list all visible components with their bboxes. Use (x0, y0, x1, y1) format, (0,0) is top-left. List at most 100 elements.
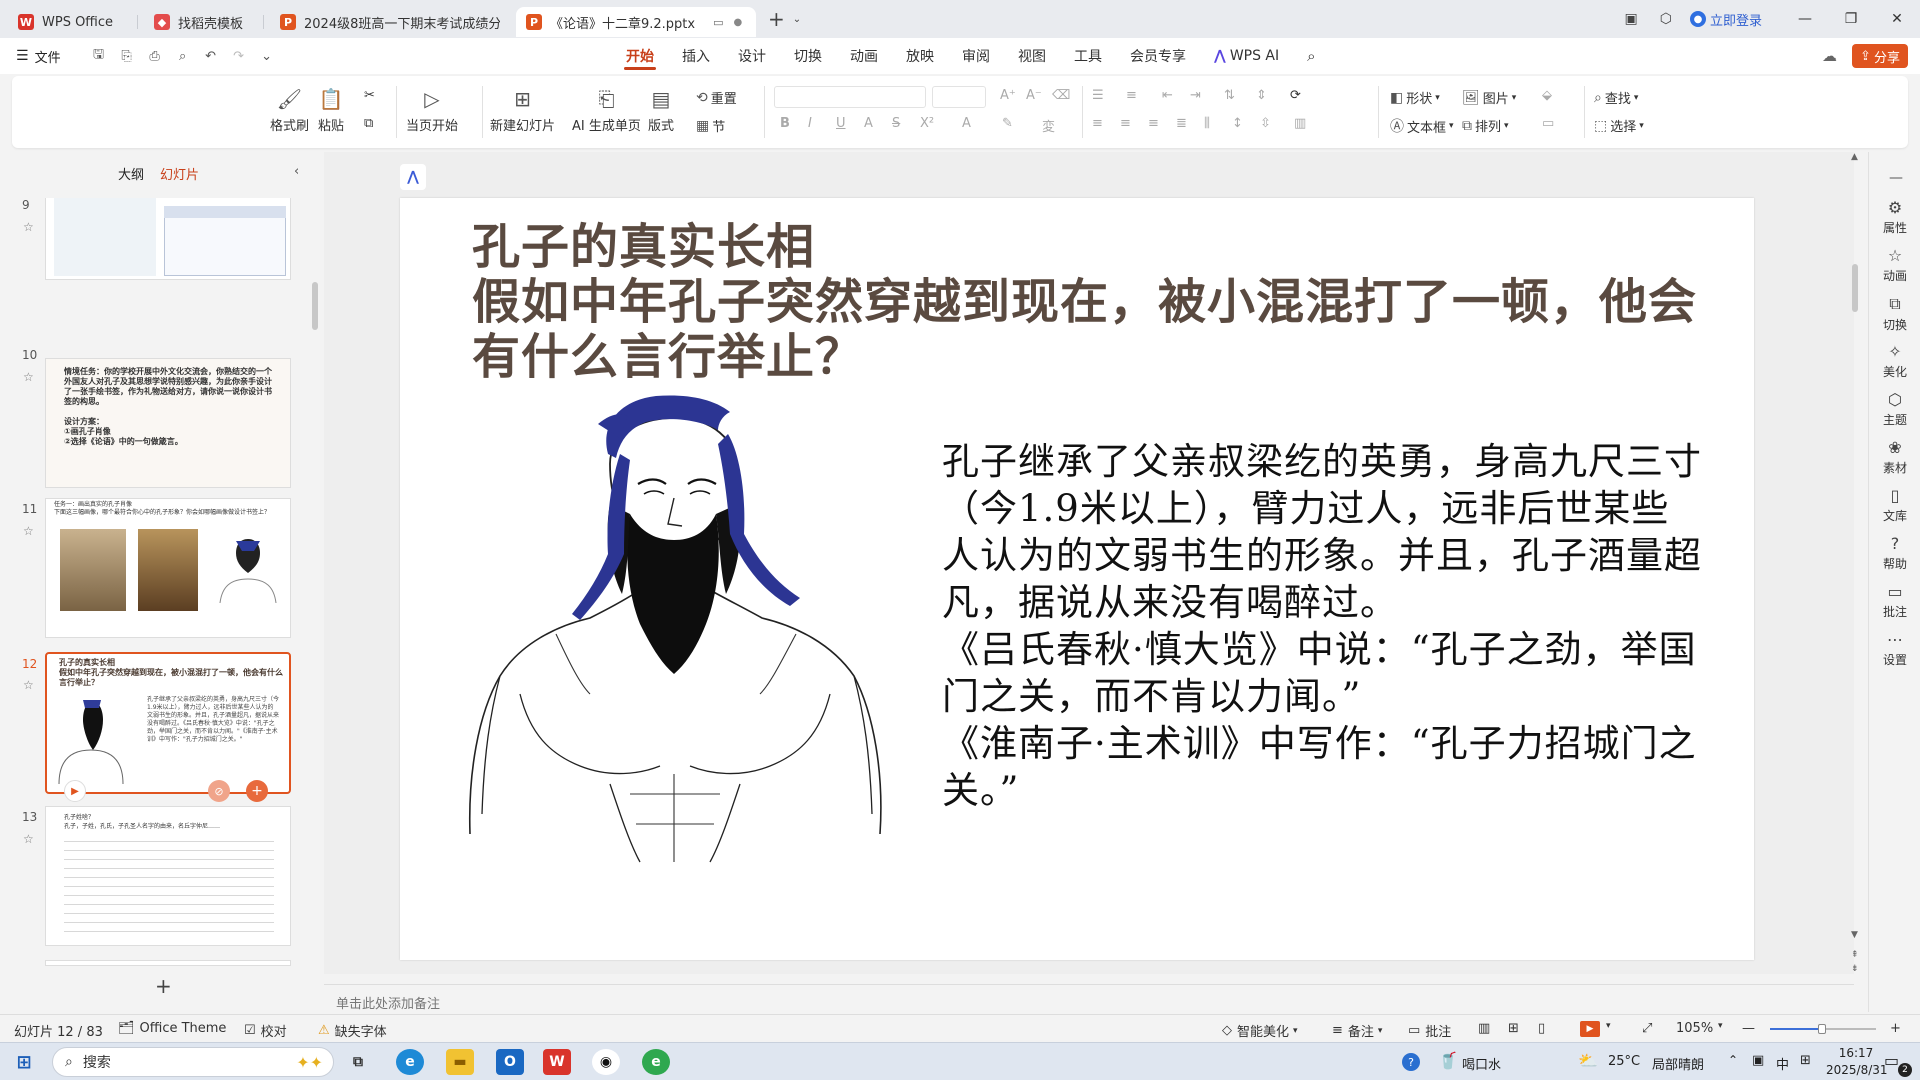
slide-thumbnail-9[interactable] (45, 198, 291, 280)
missing-font-button[interactable]: ⚠ 缺失字体 (318, 1021, 387, 1040)
print-preview-icon[interactable]: ⌕ (171, 44, 195, 68)
zoom-out-icon[interactable]: — (1742, 1021, 1755, 1036)
rightbar-theme[interactable]: ⬡ 主题 (1869, 390, 1920, 428)
windows-start-icon[interactable]: ⊞ (10, 1049, 38, 1075)
slide-title[interactable]: 孔子的真实长相 假如中年孔子突然穿越到现在，被小混混打了一顿，他会有什么言行举止… (472, 220, 1702, 385)
menu-slideshow[interactable]: 放映 (892, 38, 948, 74)
new-slide-button[interactable]: ⊞ 新建幻灯片 (490, 86, 555, 134)
collapse-panel-icon[interactable]: ‹ (294, 164, 299, 179)
shape-button[interactable]: ◧ 形状 ▾ (1390, 88, 1440, 108)
copy-icon[interactable]: ⧉ (364, 116, 373, 131)
search-icon[interactable]: ⌕ (1293, 38, 1329, 74)
font-color-icon[interactable]: A (962, 116, 971, 131)
restore-button[interactable]: ❐ (1828, 0, 1874, 38)
temperature[interactable]: 25°C (1608, 1054, 1640, 1069)
star-icon[interactable]: ☆ (23, 832, 34, 846)
confucius-illustration[interactable] (460, 394, 890, 864)
tab-docer[interactable]: ◆ 找稻壳模板 (144, 7, 264, 37)
section-button[interactable]: ▦ 节 (696, 116, 725, 136)
convert-icon[interactable]: ⟳ (1290, 88, 1301, 103)
superscript-icon[interactable]: X² (920, 116, 934, 131)
zoom-slider-handle[interactable] (1818, 1024, 1826, 1034)
unsaved-dot-icon[interactable]: ● (734, 17, 743, 28)
bold-icon[interactable]: B (780, 116, 790, 131)
play-slide-button[interactable]: ▶ (64, 780, 86, 802)
align-center-icon[interactable]: ≡ (1120, 116, 1131, 131)
window-layout-icon[interactable]: ▣ (1625, 11, 1638, 27)
cut-icon[interactable]: ✂ (364, 88, 375, 103)
slide-thumbnail-13[interactable]: 孔子姓啥？ 孔子，子姓，孔氏，子孔圣人名字的由来，名丘字仲尼…… (45, 806, 291, 946)
taskbar-search[interactable]: ⌕ 搜索 ✦✦ (52, 1047, 334, 1077)
align-left-icon[interactable]: ≡ (1092, 116, 1103, 131)
slide-thumbnail-11[interactable]: 任务一：画出真实的孔子肖像 下面这三幅画像，哪个最符合你心中的孔子形象？你会如哪… (45, 498, 291, 638)
menu-design[interactable]: 设计 (724, 38, 780, 74)
tab-outline[interactable]: 大纲 (118, 164, 144, 183)
line-spacing-icon[interactable]: ↕ (1232, 116, 1243, 131)
tab-lunyu[interactable]: P 《论语》十二章9.2.pptx ▭ ● (516, 7, 756, 37)
paste-button[interactable]: 📋 粘贴 (318, 86, 344, 134)
cube-icon[interactable]: ⬡ (1660, 11, 1672, 27)
chevron-down-icon[interactable]: ▾ (1718, 1021, 1723, 1031)
para-spacing-icon[interactable]: ⇳ (1260, 116, 1271, 131)
next-slide-icon[interactable]: ⇟ (1851, 964, 1859, 974)
export-icon[interactable]: ⎘ (115, 44, 139, 68)
tray-reminder-text[interactable]: 喝口水 (1462, 1054, 1501, 1073)
hide-slide-button[interactable]: ⊘ (208, 780, 230, 802)
redo-icon[interactable]: ↷ (227, 44, 251, 68)
sorter-view-icon[interactable]: ⊞ (1508, 1021, 1519, 1036)
zoom-level[interactable]: 105% (1676, 1021, 1713, 1036)
proofread-button[interactable]: ☑ 校对 (244, 1021, 287, 1040)
close-button[interactable]: ✕ (1874, 0, 1920, 38)
collapse-rightbar-icon[interactable]: — (1889, 170, 1903, 186)
chevron-down-icon[interactable]: ⌄ (793, 14, 801, 25)
prev-slide-icon[interactable]: ⇞ (1851, 950, 1859, 960)
minimize-button[interactable]: — (1782, 0, 1828, 38)
chevron-down-icon[interactable]: ▾ (1606, 1021, 1611, 1031)
menu-wps-ai[interactable]: ⋀ WPS AI (1200, 38, 1293, 74)
reading-view-icon[interactable]: ▯ (1538, 1021, 1545, 1036)
weather-icon[interactable]: ⛅ (1578, 1051, 1598, 1070)
wps-taskbar-icon[interactable]: W (543, 1049, 571, 1075)
qq-icon[interactable]: ◉ (592, 1049, 620, 1075)
start-from-current-button[interactable]: ▷ 当页开始 (406, 86, 458, 134)
menu-review[interactable]: 审阅 (948, 38, 1004, 74)
underline-icon[interactable]: U (836, 116, 846, 131)
increase-font-icon[interactable]: A⁺ (1000, 88, 1016, 103)
align-right-icon[interactable]: ≡ (1148, 116, 1159, 131)
share-button[interactable]: ⇪ 分享 (1852, 44, 1908, 68)
strikethrough-icon[interactable]: S (892, 116, 900, 131)
textbox-button[interactable]: Ⓐ 文本框 ▾ (1390, 116, 1454, 136)
format-painter-button[interactable]: 🖌 格式刷 (270, 86, 309, 134)
rightbar-properties[interactable]: ⚙ 属性 (1869, 198, 1920, 236)
file-menu[interactable]: 文件 (35, 47, 61, 66)
task-view-icon[interactable]: ⧉ (344, 1049, 372, 1075)
star-icon[interactable]: ☆ (23, 678, 34, 692)
highlight-icon[interactable]: ✎ (1002, 116, 1013, 131)
notification-icon[interactable]: ▭ (1884, 1051, 1899, 1070)
tab-slides[interactable]: 幻灯片 (160, 164, 199, 183)
align-text-icon[interactable]: ⇕ (1256, 88, 1267, 103)
hamburger-icon[interactable]: ☰ (16, 48, 29, 64)
notes-area[interactable]: 单击此处添加备注 (324, 984, 1854, 1014)
rightbar-transition[interactable]: ⧉ 切换 (1869, 294, 1920, 333)
fit-window-icon[interactable]: ⤢ (1642, 1021, 1652, 1036)
menu-animation[interactable]: 动画 (836, 38, 892, 74)
justify-icon[interactable]: ≣ (1176, 116, 1187, 131)
slideshow-button[interactable]: ▶ (1580, 1021, 1600, 1037)
chevron-up-icon[interactable]: ⌃ (1728, 1053, 1738, 1067)
tab-wps-office[interactable]: W WPS Office (8, 7, 138, 37)
normal-view-icon[interactable]: ▥ (1478, 1021, 1490, 1036)
tray-app-icon[interactable]: ▣ (1752, 1053, 1764, 1068)
thumbnail-scrollbar[interactable] (312, 282, 318, 330)
menu-tools[interactable]: 工具 (1060, 38, 1116, 74)
star-icon[interactable]: ☆ (23, 524, 34, 538)
more-icon[interactable]: ⌄ (255, 44, 279, 68)
add-slide-icon[interactable]: + (155, 974, 172, 998)
help-tray-icon[interactable]: ? (1402, 1053, 1420, 1071)
char-spacing-icon[interactable]: 変 (1042, 116, 1055, 135)
scroll-down-icon[interactable]: ▼ (1851, 930, 1858, 940)
outline-icon[interactable]: ▭ (1542, 116, 1554, 131)
ai-assist-icon[interactable]: ⋀ (400, 164, 426, 190)
menu-insert[interactable]: 插入 (668, 38, 724, 74)
rightbar-animation[interactable]: ☆ 动画 (1869, 246, 1920, 284)
